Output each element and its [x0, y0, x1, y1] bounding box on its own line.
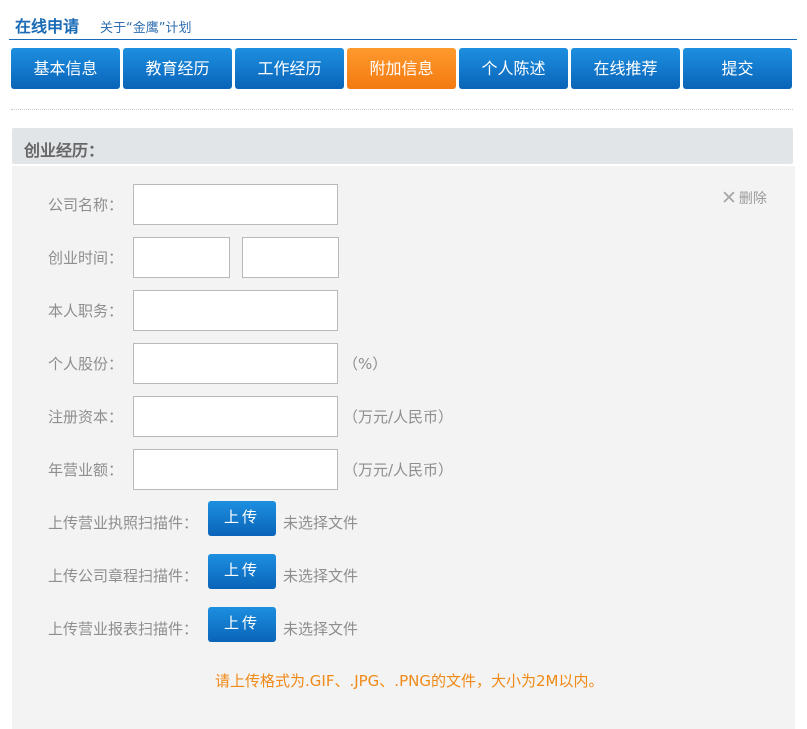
tab-additional-info[interactable]: 附加信息 — [347, 48, 456, 89]
share-input[interactable] — [133, 343, 338, 384]
registered-capital-input[interactable] — [133, 396, 338, 437]
annual-revenue-input[interactable] — [133, 449, 338, 490]
upload-report-button[interactable]: 上传 — [208, 607, 276, 642]
about-program-link[interactable]: 关于“金鹰”计划 — [100, 17, 191, 36]
upload-articles-label: 上传公司章程扫描件： — [48, 567, 199, 585]
startup-experience-panel — [12, 166, 795, 729]
tab-work-experience[interactable]: 工作经历 — [235, 48, 344, 89]
tab-submit[interactable]: 提交 — [683, 48, 792, 89]
startup-time-end-input[interactable] — [242, 237, 339, 278]
annual-revenue-unit: （万元/人民币） — [343, 461, 454, 479]
startup-time-label: 创业时间： — [48, 249, 124, 267]
position-label: 本人职务： — [48, 302, 124, 320]
upload-license-status: 未选择文件 — [283, 514, 359, 532]
upload-license-label: 上传营业执照扫描件： — [48, 514, 199, 532]
upload-license-button[interactable]: 上传 — [208, 501, 276, 536]
dotted-divider — [11, 109, 793, 110]
registered-capital-label: 注册资本： — [48, 408, 124, 426]
share-label: 个人股份： — [48, 355, 124, 373]
position-input[interactable] — [133, 290, 338, 331]
delete-label: 删除 — [738, 191, 767, 207]
page-title: 在线申请 — [15, 17, 80, 36]
upload-articles-button[interactable]: 上传 — [208, 554, 276, 589]
section-title: 创业经历： — [24, 141, 105, 160]
tab-personal-statement[interactable]: 个人陈述 — [459, 48, 568, 89]
registered-capital-unit: （万元/人民币） — [343, 408, 454, 426]
tab-basic-info[interactable]: 基本信息 — [11, 48, 120, 89]
company-name-label: 公司名称： — [48, 196, 124, 214]
annual-revenue-label: 年营业额： — [48, 461, 124, 479]
close-icon: ✕ — [721, 186, 737, 209]
header-divider — [9, 39, 797, 40]
share-unit: （%） — [343, 355, 388, 373]
upload-format-note: 请上传格式为.GIF、.JPG、.PNG的文件，大小为2M以内。 — [215, 672, 604, 690]
company-name-input[interactable] — [133, 184, 338, 225]
upload-report-label: 上传营业报表扫描件： — [48, 620, 199, 638]
section-header: 创业经历： — [12, 128, 793, 164]
tab-education[interactable]: 教育经历 — [123, 48, 232, 89]
upload-articles-status: 未选择文件 — [283, 567, 359, 585]
startup-time-start-input[interactable] — [133, 237, 230, 278]
tab-online-recommendation[interactable]: 在线推荐 — [571, 48, 680, 89]
upload-report-status: 未选择文件 — [283, 620, 359, 638]
delete-button[interactable]: ✕ 删除 — [721, 188, 767, 208]
